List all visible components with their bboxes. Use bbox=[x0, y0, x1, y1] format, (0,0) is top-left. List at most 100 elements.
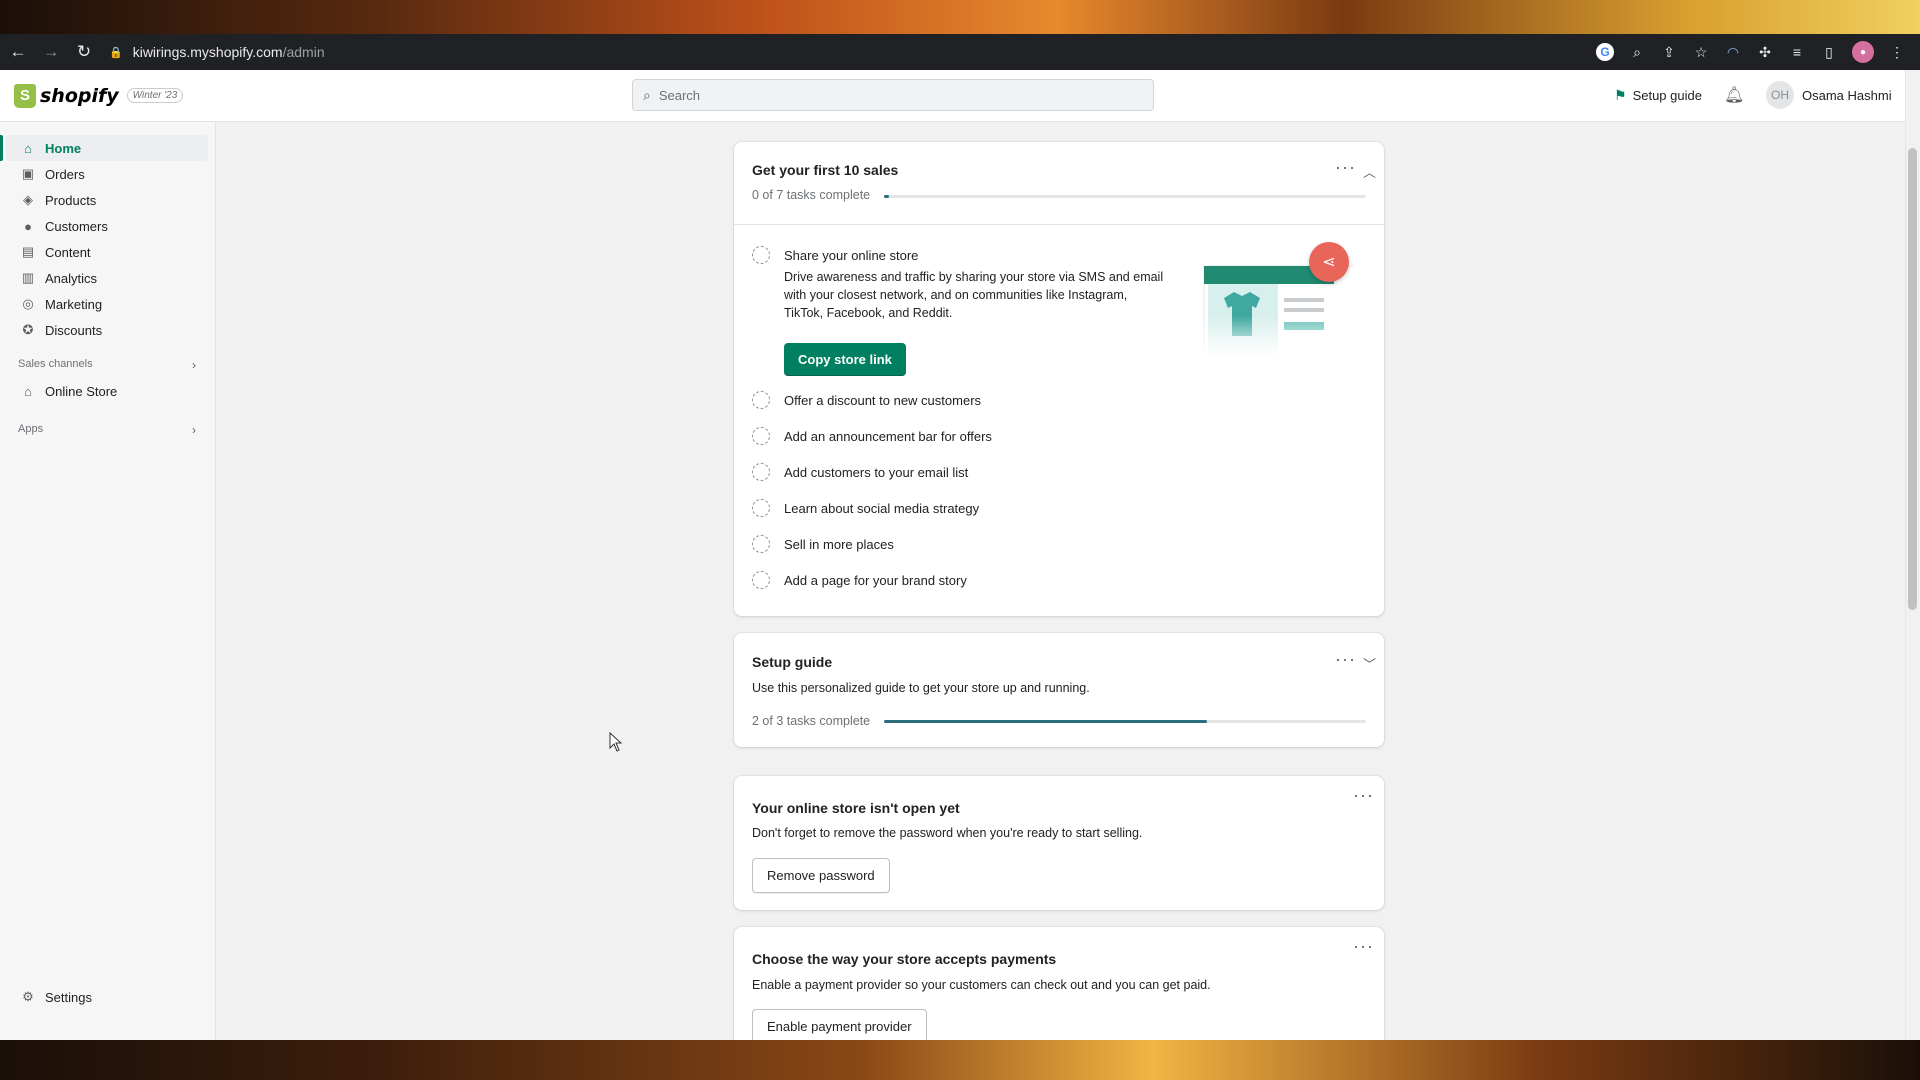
user-name: Osama Hashmi bbox=[1802, 87, 1892, 103]
apps-section[interactable]: Apps › bbox=[18, 423, 196, 437]
sidebar-item-customers[interactable]: ● Customers bbox=[6, 213, 208, 239]
task-item-share[interactable]: Share your online store bbox=[752, 246, 918, 264]
card-description: Enable a payment provider so your custom… bbox=[752, 978, 1211, 992]
side-panel-icon[interactable]: ▯ bbox=[1820, 43, 1838, 61]
sidebar-item-label: Online Store bbox=[45, 383, 118, 399]
tag-icon: ◈ bbox=[23, 192, 33, 207]
reload-icon[interactable]: ↻ bbox=[69, 37, 99, 67]
sidebar-item-label: Home bbox=[45, 140, 82, 156]
sidebar-item-home[interactable]: ⌂ Home bbox=[6, 135, 208, 161]
card-description: Don't forget to remove the password when… bbox=[752, 826, 1143, 840]
more-options-icon[interactable]: ··· bbox=[1353, 786, 1374, 804]
sidebar-item-marketing[interactable]: ◎ Marketing bbox=[6, 291, 208, 317]
flag-icon: ⚑ bbox=[1614, 87, 1627, 103]
video-frame-bottom bbox=[0, 1040, 1920, 1080]
user-menu[interactable]: OH Osama Hashmi bbox=[1766, 81, 1892, 109]
url-host: kiwirings.myshopify.com bbox=[132, 44, 283, 60]
task-checkbox[interactable] bbox=[752, 499, 770, 517]
share-icon: ⋖ bbox=[1309, 242, 1349, 282]
chevron-up-icon[interactable]: ︿ bbox=[1363, 162, 1376, 181]
task-checkbox[interactable] bbox=[752, 391, 770, 409]
avatar: OH bbox=[1766, 81, 1794, 109]
more-options-icon[interactable]: ··· bbox=[1335, 650, 1356, 668]
task-item[interactable]: Add customers to your email list bbox=[752, 463, 968, 481]
setup-guide-link[interactable]: ⚑ Setup guide bbox=[1614, 87, 1702, 104]
scrollbar-thumb[interactable] bbox=[1908, 148, 1917, 610]
task-label: Share your online store bbox=[784, 247, 919, 263]
sidebar-item-online-store[interactable]: ⌂ Online Store bbox=[6, 378, 208, 404]
remove-password-button[interactable]: Remove password bbox=[752, 858, 890, 893]
divider bbox=[734, 224, 1384, 225]
chevron-down-icon[interactable]: ﹀ bbox=[1363, 654, 1376, 673]
sidebar-item-label: Marketing bbox=[45, 296, 103, 312]
search-input[interactable]: ⌕ Search bbox=[632, 79, 1154, 111]
card-description: Use this personalized guide to get your … bbox=[752, 681, 1090, 695]
sidebar-item-label: Orders bbox=[45, 166, 85, 182]
share-icon[interactable]: ⇪ bbox=[1660, 43, 1678, 61]
bookmark-star-icon[interactable]: ☆ bbox=[1692, 43, 1710, 61]
task-checkbox[interactable] bbox=[752, 246, 770, 264]
menu-kebab-icon[interactable]: ⋮ bbox=[1888, 43, 1906, 61]
store-icon: ⌂ bbox=[24, 383, 32, 399]
sidebar-item-orders[interactable]: ▣ Orders bbox=[6, 161, 208, 187]
shopify-admin: S shopify Winter '23 ⌕ Search ⚑ Setup gu… bbox=[0, 70, 1920, 1044]
sidebar-item-label: Discounts bbox=[45, 322, 103, 338]
zoom-icon[interactable]: ⌕ bbox=[1628, 43, 1646, 61]
active-indicator bbox=[0, 135, 3, 161]
chart-icon: ▥ bbox=[21, 270, 35, 285]
more-options-icon[interactable]: ··· bbox=[1353, 937, 1374, 955]
progress-text: 2 of 3 tasks complete bbox=[752, 714, 871, 728]
task-checkbox[interactable] bbox=[752, 535, 770, 553]
sidebar-item-products[interactable]: ◈ Products bbox=[6, 187, 208, 213]
store-closed-card: Your online store isn't open yet ··· Don… bbox=[734, 776, 1384, 910]
back-icon[interactable]: ← bbox=[3, 37, 33, 67]
progress-bar bbox=[884, 720, 1366, 723]
task-checkbox[interactable] bbox=[752, 463, 770, 481]
progress-fill bbox=[884, 720, 1207, 723]
browser-toolbar: ← → ↻ 🔒 kiwirings.myshopify.com/admin G … bbox=[0, 34, 1920, 70]
task-label: Sell in more places bbox=[784, 536, 894, 552]
task-description: Drive awareness and traffic by sharing y… bbox=[784, 270, 1164, 320]
sidebar-item-label: Content bbox=[45, 244, 91, 260]
setup-guide-card: Setup guide ··· ﹀ Use this personalized … bbox=[734, 633, 1384, 747]
extension-arc-icon[interactable]: ◠ bbox=[1724, 43, 1742, 61]
more-options-icon[interactable]: ··· bbox=[1335, 158, 1356, 176]
brand-name: shopify bbox=[40, 84, 119, 107]
sidebar-item-analytics[interactable]: ▥ Analytics bbox=[6, 265, 208, 291]
enable-payment-provider-button[interactable]: Enable payment provider bbox=[752, 1009, 927, 1044]
address-bar[interactable]: 🔒 kiwirings.myshopify.com/admin bbox=[109, 37, 1539, 67]
discount-icon: ✪ bbox=[22, 322, 34, 337]
task-checkbox[interactable] bbox=[752, 571, 770, 589]
sidebar-item-label: Products bbox=[45, 192, 97, 208]
edition-badge: Winter '23 bbox=[126, 88, 184, 103]
sidebar-item-discounts[interactable]: ✪ Discounts bbox=[6, 317, 208, 343]
card-title: Choose the way your store accepts paymen… bbox=[752, 951, 1057, 967]
puzzle-icon[interactable]: ✣ bbox=[1756, 43, 1774, 61]
profile-avatar-icon[interactable]: ● bbox=[1852, 41, 1874, 63]
sidebar-item-label: Settings bbox=[45, 989, 92, 1005]
task-item[interactable]: Add a page for your brand story bbox=[752, 571, 967, 589]
sidebar: ⌂ Home ▣ Orders ◈ Products ● Customers ▤… bbox=[0, 122, 216, 1040]
task-label: Offer a discount to new customers bbox=[784, 392, 982, 408]
google-icon[interactable]: G bbox=[1596, 43, 1614, 61]
task-checkbox[interactable] bbox=[752, 427, 770, 445]
sidebar-item-label: Analytics bbox=[45, 270, 98, 286]
video-frame-top bbox=[0, 0, 1920, 34]
sales-channels-section[interactable]: Sales channels › bbox=[18, 358, 196, 372]
reading-list-icon[interactable]: ≡ bbox=[1788, 43, 1806, 61]
copy-store-link-button[interactable]: Copy store link bbox=[784, 343, 906, 376]
forward-icon[interactable]: → bbox=[36, 37, 66, 67]
sidebar-item-settings[interactable]: ⚙ Settings bbox=[6, 984, 208, 1010]
task-item[interactable]: Offer a discount to new customers bbox=[752, 391, 981, 409]
sidebar-item-content[interactable]: ▤ Content bbox=[6, 239, 208, 265]
task-item[interactable]: Learn about social media strategy bbox=[752, 499, 979, 517]
mouse-cursor-icon bbox=[609, 732, 623, 752]
bell-icon[interactable]: 🔔︎ bbox=[1724, 85, 1744, 105]
shopify-logo[interactable]: S shopify Winter '23 bbox=[14, 83, 184, 108]
card-title: Your online store isn't open yet bbox=[752, 800, 960, 816]
task-item[interactable]: Sell in more places bbox=[752, 535, 894, 553]
setup-guide-label: Setup guide bbox=[1632, 88, 1702, 103]
target-icon: ◎ bbox=[22, 296, 34, 311]
task-item[interactable]: Add an announcement bar for offers bbox=[752, 427, 992, 445]
content-icon: ▤ bbox=[21, 244, 35, 259]
